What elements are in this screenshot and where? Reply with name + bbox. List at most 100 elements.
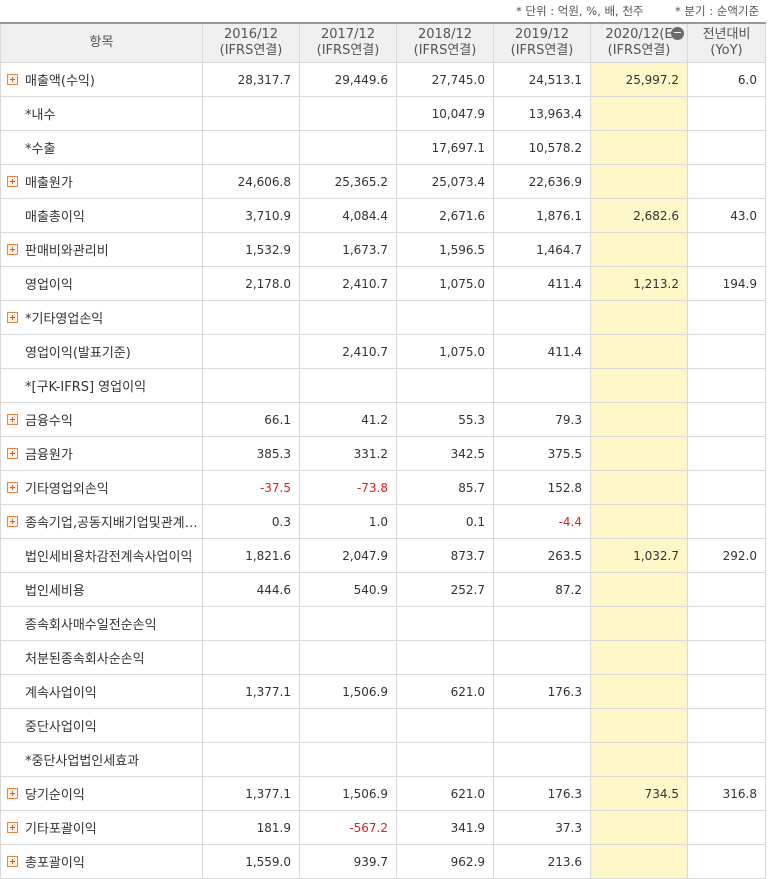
value-cell — [590, 96, 688, 131]
value-cell — [590, 130, 688, 165]
row-label: 영업이익 — [25, 278, 73, 293]
value-cell: 2,410.7 — [299, 266, 397, 301]
column-basis: (IFRS연결) — [219, 43, 283, 58]
row-label-cell[interactable]: 판매비와관리비 — [0, 232, 203, 267]
expand-plus-icon[interactable] — [7, 515, 18, 527]
expand-plus-icon[interactable] — [7, 821, 18, 833]
expand-plus-icon[interactable] — [7, 447, 18, 459]
table-row: *내수 10,047.9 13,963.4 — [0, 96, 766, 131]
value-cell — [202, 130, 300, 165]
header-row: 항목 2016/12 (IFRS연결) 2017/12 (IFRS연결) 201… — [0, 22, 766, 63]
value-cell: 385.3 — [202, 436, 300, 471]
value-cell — [590, 742, 688, 777]
value-cell: 1,506.9 — [299, 776, 397, 811]
yoy-cell — [687, 742, 766, 777]
value-cell — [590, 368, 688, 403]
value-cell — [202, 368, 300, 403]
value-cell — [299, 742, 397, 777]
expand-plus-icon[interactable] — [7, 243, 18, 255]
value-cell: 152.8 — [493, 470, 591, 505]
expand-plus-icon[interactable] — [7, 311, 18, 323]
yoy-cell — [687, 504, 766, 539]
value-cell — [493, 640, 591, 675]
expand-plus-icon[interactable] — [7, 855, 18, 867]
value-cell: 1,821.6 — [202, 538, 300, 573]
row-label: 매출원가 — [25, 176, 73, 191]
value-cell: 66.1 — [202, 402, 300, 437]
value-cell: 1,506.9 — [299, 674, 397, 709]
value-cell: 181.9 — [202, 810, 300, 845]
row-label-cell[interactable]: 총포괄이익 — [0, 844, 203, 879]
table-row: 당기순이익 1,377.1 1,506.9 621.0 176.3 734.5 316.8 — [0, 776, 766, 811]
value-cell: -73.8 — [299, 470, 397, 505]
column-header-2020-estimate: 2020/12(E (IFRS연결) − — [590, 22, 688, 63]
row-label-cell[interactable]: 기타영업외손익 — [0, 470, 203, 505]
table-row: 법인세비용 444.6 540.9 252.7 87.2 — [0, 572, 766, 607]
table-row: 매출액(수익) 28,317.7 29,449.6 27,745.0 24,513.1 2… — [0, 62, 766, 97]
row-label-cell[interactable]: 금융수익 — [0, 402, 203, 437]
value-cell: 1,075.0 — [396, 334, 494, 369]
value-cell: 873.7 — [396, 538, 494, 573]
value-cell: 0.3 — [202, 504, 300, 539]
table-row: *기타영업손익 — [0, 300, 766, 335]
row-label-cell[interactable]: 종속기업,공동지배기업및관계기업관련손익 — [0, 504, 203, 539]
column-header-2019: 2019/12 (IFRS연결) — [493, 22, 591, 63]
expand-plus-icon[interactable] — [7, 73, 18, 85]
table-row: 종속회사매수일전순손익 — [0, 606, 766, 641]
row-label: 기타포괄이익 — [25, 822, 97, 837]
table-row: *수출 17,697.1 10,578.2 — [0, 130, 766, 165]
column-header-2017: 2017/12 (IFRS연결) — [299, 22, 397, 63]
value-cell — [202, 640, 300, 675]
value-cell — [202, 300, 300, 335]
yoy-cell — [687, 300, 766, 335]
row-label-cell[interactable]: *기타영업손익 — [0, 300, 203, 335]
yoy-cell — [687, 606, 766, 641]
row-label-cell[interactable]: 금융원가 — [0, 436, 203, 471]
value-cell: -4.4 — [493, 504, 591, 539]
row-label-cell: *중단사업법인세효과 — [0, 742, 203, 777]
table-row: 영업이익 2,178.0 2,410.7 1,075.0 411.4 1,213.2 194… — [0, 266, 766, 301]
row-label: *[구K-IFRS] 영업이익 — [25, 380, 147, 395]
row-label-cell[interactable]: 기타포괄이익 — [0, 810, 203, 845]
row-label-cell: *[구K-IFRS] 영업이익 — [0, 368, 203, 403]
value-cell — [299, 300, 397, 335]
value-cell: 17,697.1 — [396, 130, 494, 165]
row-label-cell[interactable]: 매출원가 — [0, 164, 203, 199]
value-cell — [299, 708, 397, 743]
table-row: 종속기업,공동지배기업및관계기업관련손익0.31.00.1-4.4 — [0, 504, 766, 539]
value-cell: 28,317.7 — [202, 62, 300, 97]
row-label-cell[interactable]: 매출액(수익) — [0, 62, 203, 97]
value-cell: 1,032.7 — [590, 538, 688, 573]
table-row: 총포괄이익 1,559.0 939.7 962.9 213.6 — [0, 844, 766, 879]
table-row: 처분된종속회사순손익 — [0, 640, 766, 675]
value-cell: 411.4 — [493, 334, 591, 369]
yoy-cell — [687, 436, 766, 471]
row-label-cell: 영업이익(발표기준) — [0, 334, 203, 369]
value-cell: 4,084.4 — [299, 198, 397, 233]
table-row: 매출총이익 3,710.9 4,084.4 2,671.6 1,876.1 2,682.6… — [0, 198, 766, 233]
table-row: 판매비와관리비 1,532.9 1,673.7 1,596.5 1,464.7 — [0, 232, 766, 267]
row-label-cell[interactable]: 당기순이익 — [0, 776, 203, 811]
row-label-cell: 영업이익 — [0, 266, 203, 301]
row-label: *내수 — [25, 108, 56, 123]
value-cell: 342.5 — [396, 436, 494, 471]
column-period: 2016/12 — [223, 27, 278, 42]
value-cell: 331.2 — [299, 436, 397, 471]
expand-plus-icon[interactable] — [7, 787, 18, 799]
column-basis: (YoY) — [710, 43, 743, 58]
value-cell: 79.3 — [493, 402, 591, 437]
expand-plus-icon[interactable] — [7, 413, 18, 425]
value-cell — [396, 708, 494, 743]
value-cell — [202, 606, 300, 641]
value-cell — [590, 300, 688, 335]
value-cell: 2,671.6 — [396, 198, 494, 233]
yoy-cell: 6.0 — [687, 62, 766, 97]
value-cell: 375.5 — [493, 436, 591, 471]
row-label: 매출총이익 — [25, 210, 85, 225]
expand-plus-icon[interactable] — [7, 175, 18, 187]
table-row: 영업이익(발표기준) 2,410.7 1,075.0 411.4 — [0, 334, 766, 369]
value-cell: 85.7 — [396, 470, 494, 505]
value-cell: 41.2 — [299, 402, 397, 437]
collapse-minus-icon[interactable]: − — [671, 27, 684, 40]
expand-plus-icon[interactable] — [7, 481, 18, 493]
